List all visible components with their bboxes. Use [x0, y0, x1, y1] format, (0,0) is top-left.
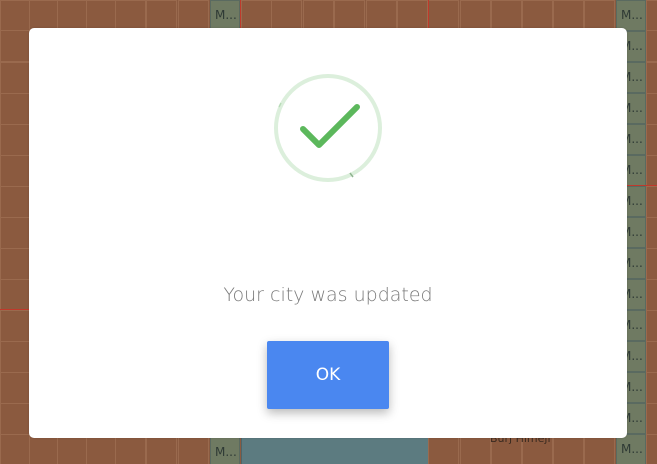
grid-tile	[0, 248, 31, 280]
road-cell-label: M...	[210, 0, 240, 31]
grid-tile	[0, 372, 31, 404]
grid-tile	[0, 403, 31, 435]
grid-tile	[0, 62, 31, 94]
grid-tile	[646, 93, 657, 125]
grid-tile	[646, 155, 657, 187]
grid-tile	[0, 186, 31, 218]
grid-tile	[0, 93, 31, 125]
district-border	[240, 0, 241, 28]
grid-tile	[0, 434, 31, 464]
grid-tile	[646, 30, 657, 62]
grid-tile	[460, 434, 491, 464]
grid-tile	[584, 434, 615, 464]
grid-tile	[646, 0, 657, 32]
grid-tile	[646, 372, 657, 404]
grid-tile	[0, 341, 31, 373]
grid-tile	[0, 124, 31, 156]
checkmark-icon	[274, 74, 382, 182]
city-tile	[241, 437, 428, 464]
district-border	[428, 0, 429, 28]
success-dialog: Your city was updated OK	[29, 28, 627, 438]
grid-tile	[646, 186, 657, 218]
grid-tile	[428, 434, 459, 464]
road-cell-label: M...	[616, 434, 646, 464]
grid-tile	[646, 62, 657, 94]
grid-tile	[0, 0, 31, 32]
road-cell-label: M...	[210, 437, 240, 464]
grid-tile	[646, 279, 657, 311]
grid-tile	[646, 217, 657, 249]
district-border	[0, 309, 29, 310]
grid-tile	[0, 310, 31, 342]
grid-tile	[29, 434, 60, 464]
grid-tile	[646, 341, 657, 373]
grid-tile	[0, 155, 31, 187]
grid-tile	[646, 124, 657, 156]
ok-button[interactable]: OK	[267, 341, 389, 409]
grid-tile	[57, 434, 88, 464]
grid-tile	[646, 434, 657, 464]
grid-tile	[0, 279, 31, 311]
grid-tile	[86, 434, 117, 464]
grid-tile	[146, 434, 177, 464]
game-screen: M... M... M... M... M... M... M... M... M... M..…	[0, 0, 657, 464]
grid-tile	[0, 30, 31, 62]
district-border	[627, 185, 657, 186]
grid-tile	[553, 434, 584, 464]
grid-tile	[646, 403, 657, 435]
grid-tile	[115, 434, 146, 464]
success-message: Your city was updated	[223, 284, 433, 306]
grid-tile	[178, 434, 209, 464]
grid-tile	[646, 248, 657, 280]
road-cell-label: M...	[616, 0, 646, 31]
grid-tile	[646, 310, 657, 342]
grid-tile	[0, 217, 31, 249]
